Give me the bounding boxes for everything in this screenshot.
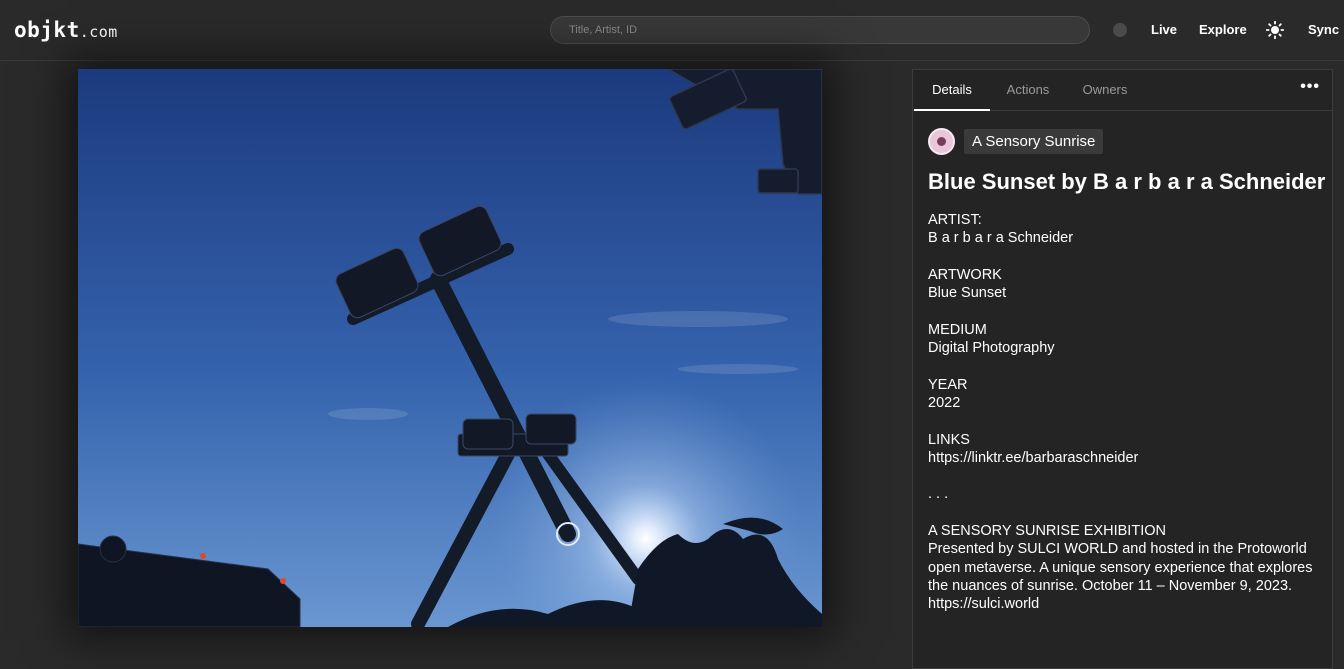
logo-main: objkt	[14, 18, 80, 42]
more-dots-icon[interactable]: •••	[1300, 78, 1320, 96]
status-dot-icon[interactable]	[1113, 23, 1127, 37]
medium-heading: MEDIUM	[928, 321, 987, 338]
year-value: 2022	[928, 394, 961, 411]
links-heading: LINKS	[928, 431, 970, 448]
artist-value: B a r b a r a Schneider	[928, 230, 1074, 247]
artist-heading: ARTIST:	[928, 212, 982, 228]
artwork-photo	[78, 69, 822, 627]
medium-value: Digital Photography	[928, 340, 1055, 357]
search-input[interactable]	[550, 16, 1090, 44]
artist-link[interactable]: https://linktr.ee/barbaraschneider	[928, 450, 1138, 466]
year-heading: YEAR	[928, 376, 968, 393]
sun-icon[interactable]	[1266, 21, 1284, 39]
details-panel: Details Actions Owners ••• A Sensory Sun…	[912, 69, 1333, 669]
artwork-image[interactable]	[78, 69, 822, 627]
token-title: Blue Sunset by B a r b a r a Schneider	[928, 169, 1326, 194]
token-description: ARTIST: B a r b a r a Schneider ARTWORK …	[928, 211, 1323, 632]
collection-avatar	[928, 128, 955, 155]
tab-actions[interactable]: Actions	[990, 70, 1066, 111]
exhibition-heading: A SENSORY SUNRISE EXHIBITION	[928, 523, 1166, 540]
tab-bar: Details Actions Owners •••	[913, 70, 1332, 111]
nav-sync[interactable]: Sync	[1308, 22, 1339, 37]
exhibition-text: Presented by SULCI WORLD and hosted in t…	[928, 541, 1313, 594]
exhibition-link[interactable]: https://sulci.world	[928, 596, 1039, 612]
tab-details[interactable]: Details	[914, 70, 990, 111]
separator: . . .	[928, 486, 949, 503]
collection-name[interactable]: A Sensory Sunrise	[964, 129, 1104, 154]
site-logo[interactable]: objkt.com	[14, 18, 118, 42]
tab-owners[interactable]: Owners	[1070, 70, 1140, 111]
top-bar: objkt.com Live Explore Sync	[0, 0, 1344, 61]
nav-explore[interactable]: Explore	[1199, 22, 1247, 37]
nav-live[interactable]: Live	[1151, 22, 1177, 37]
artwork-heading: ARTWORK	[928, 266, 1002, 283]
artwork-value: Blue Sunset	[928, 285, 1007, 302]
logo-tld: .com	[79, 23, 118, 41]
